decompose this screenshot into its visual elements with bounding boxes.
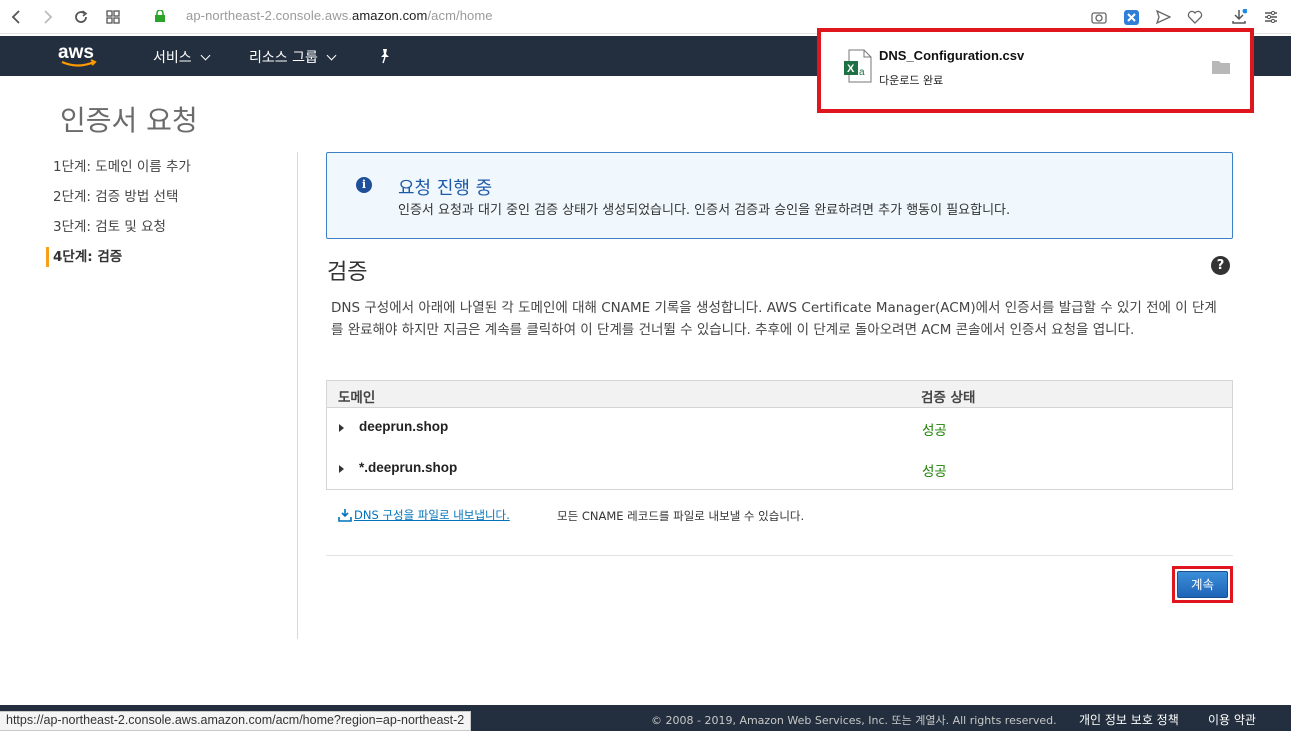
terms-link[interactable]: 이용 약관 (1208, 711, 1256, 728)
download-filename[interactable]: DNS_Configuration.csv (879, 48, 1024, 63)
export-link-label: DNS 구성을 파일로 내보냅니다. (354, 508, 510, 522)
download-popup: X a DNS_Configuration.csv 다운로드 완료 (817, 28, 1254, 113)
help-icon[interactable]: ? (1211, 256, 1230, 275)
forward-icon[interactable] (38, 7, 58, 27)
address-bar[interactable]: ap-northeast-2.console.aws.amazon.com/ac… (186, 8, 493, 23)
export-dns-link[interactable]: DNS 구성을 파일로 내보냅니다. (338, 507, 510, 523)
folder-icon[interactable] (1212, 60, 1230, 74)
section-title: 검증 (327, 260, 368, 285)
services-menu[interactable]: 서비스 (153, 47, 211, 67)
domain-table: 도메인 검증 상태 deeprun.shop 성공 *.deeprun.shop… (326, 380, 1233, 490)
grid-icon[interactable] (103, 7, 123, 27)
info-icon: i (356, 177, 372, 193)
continue-button[interactable]: 계속 (1177, 571, 1228, 598)
download-status: 다운로드 완료 (879, 74, 944, 87)
table-header: 도메인 검증 상태 (327, 381, 1232, 408)
expand-arrow-icon[interactable] (339, 424, 344, 432)
privacy-link[interactable]: 개인 정보 보호 정책 (1079, 711, 1179, 728)
heart-icon[interactable] (1185, 7, 1205, 27)
download-icon[interactable] (1229, 7, 1249, 27)
validation-description: DNS 구성에서 아래에 나열된 각 도메인에 대해 CNAME 기록을 생성합… (331, 300, 1217, 338)
info-text: 인증서 요청과 대기 중인 검증 상태가 생성되었습니다. 인증서 검증과 승인… (398, 203, 1011, 218)
column-domain: 도메인 (338, 390, 376, 406)
info-alert: i 요청 진행 중 인증서 요청과 대기 중인 검증 상태가 생성되었습니다. … (326, 152, 1233, 239)
menu-icon[interactable] (1261, 7, 1281, 27)
table-row[interactable]: *.deeprun.shop 성공 (327, 449, 1232, 490)
info-title: 요청 진행 중 (398, 178, 493, 199)
lock-icon (155, 10, 165, 22)
pin-icon[interactable] (378, 48, 392, 68)
back-icon[interactable] (6, 7, 26, 27)
resource-groups-label: 리소스 그룹 (249, 50, 318, 66)
resource-groups-menu[interactable]: 리소스 그룹 (249, 47, 337, 67)
vertical-divider (297, 152, 298, 639)
step-2[interactable]: 2단계: 검증 방법 선택 (46, 186, 191, 216)
excel-file-icon[interactable]: X a (843, 49, 873, 83)
shield-icon[interactable] (1121, 7, 1141, 27)
expand-arrow-icon[interactable] (339, 465, 344, 473)
row-status: 성공 (922, 423, 947, 439)
aws-logo[interactable]: aws (56, 40, 102, 70)
chevron-down-icon (326, 50, 337, 60)
row-domain: *.deeprun.shop (359, 460, 458, 475)
horizontal-divider (326, 555, 1233, 556)
step-1[interactable]: 1단계: 도메인 이름 추가 (46, 156, 191, 186)
step-4-active: 4단계: 검증 (46, 246, 191, 276)
services-label: 서비스 (153, 50, 192, 66)
svg-text:X: X (847, 63, 855, 75)
table-row[interactable]: deeprun.shop 성공 (327, 408, 1232, 449)
send-icon[interactable] (1153, 7, 1173, 27)
svg-text:a: a (859, 67, 865, 78)
download-icon (338, 509, 352, 522)
page-title: 인증서 요청 (60, 104, 198, 137)
export-note: 모든 CNAME 레코드를 파일로 내보낼 수 있습니다. (557, 509, 805, 523)
footer-copyright: © 2008 - 2019, Amazon Web Services, Inc.… (651, 714, 1057, 727)
step-3[interactable]: 3단계: 검토 및 요청 (46, 216, 191, 246)
continue-highlight: 계속 (1172, 566, 1233, 603)
column-status: 검증 상태 (921, 390, 976, 406)
row-domain: deeprun.shop (359, 419, 449, 434)
chevron-down-icon (200, 50, 211, 60)
browser-status-url: https://ap-northeast-2.console.aws.amazo… (0, 711, 472, 731)
reload-icon[interactable] (71, 7, 91, 27)
wizard-steps: 1단계: 도메인 이름 추가 2단계: 검증 방법 선택 3단계: 검토 및 요… (46, 156, 191, 276)
svg-text:aws: aws (58, 42, 94, 63)
camera-icon[interactable] (1089, 7, 1109, 27)
row-status: 성공 (922, 464, 947, 480)
